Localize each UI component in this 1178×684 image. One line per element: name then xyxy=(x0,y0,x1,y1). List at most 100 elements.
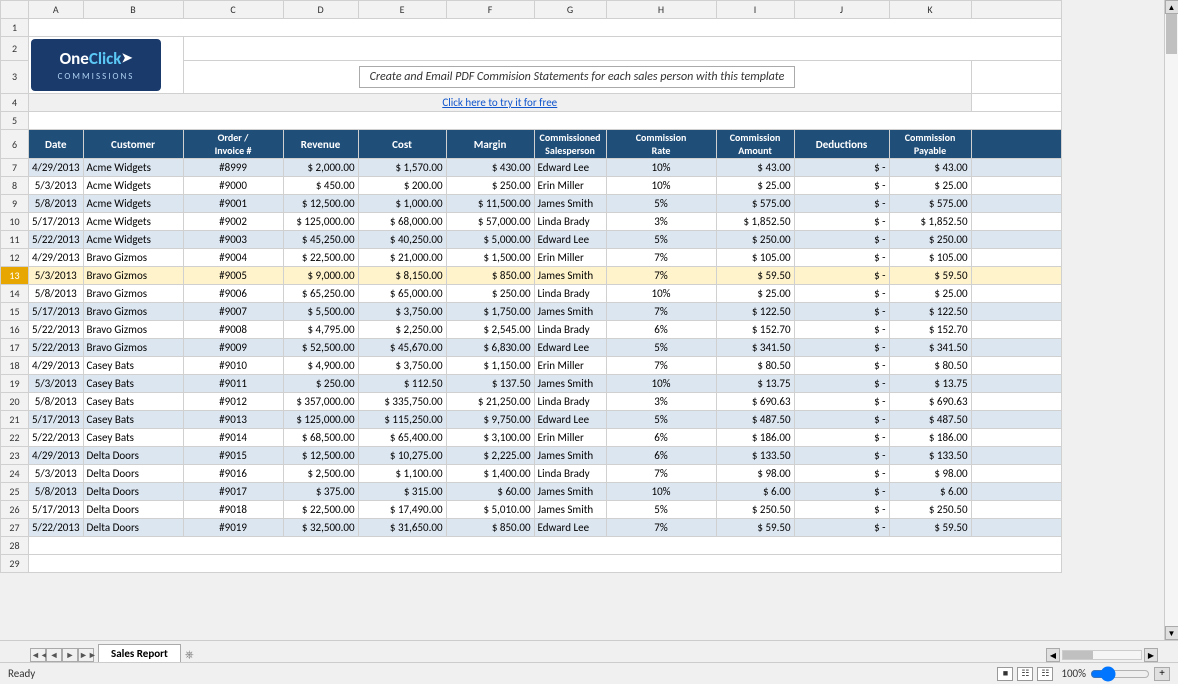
cell-deduct-24[interactable]: $ - xyxy=(794,465,889,483)
cell-salesperson-8[interactable]: Erin Miller xyxy=(534,177,606,195)
cell-invoice-7[interactable]: #8999 xyxy=(183,159,283,177)
tab-next-btn[interactable]: ► xyxy=(62,648,78,662)
cell-commamt-20[interactable]: $ 690.63 xyxy=(716,393,794,411)
cell-revenue-15[interactable]: $ 5,500.00 xyxy=(283,303,358,321)
cell-payable-20[interactable]: $ 690.63 xyxy=(889,393,971,411)
cell-deduct-12[interactable]: $ - xyxy=(794,249,889,267)
normal-view-icon[interactable]: ■ xyxy=(997,667,1013,681)
link-cell[interactable]: Click here to try it for free xyxy=(29,94,972,112)
cell-salesperson-26[interactable]: James Smith xyxy=(534,501,606,519)
cell-margin-16[interactable]: $ 2,545.00 xyxy=(446,321,534,339)
cell-invoice-9[interactable]: #9001 xyxy=(183,195,283,213)
cell-customer-11[interactable]: Acme Widgets xyxy=(83,231,183,249)
cell-invoice-23[interactable]: #9015 xyxy=(183,447,283,465)
cell-payable-16[interactable]: $ 152.70 xyxy=(889,321,971,339)
cell-payable-17[interactable]: $ 341.50 xyxy=(889,339,971,357)
col-extra[interactable] xyxy=(971,1,1061,19)
cell-commamt-22[interactable]: $ 186.00 xyxy=(716,429,794,447)
cell-salesperson-15[interactable]: James Smith xyxy=(534,303,606,321)
cell-invoice-10[interactable]: #9002 xyxy=(183,213,283,231)
cell-margin-24[interactable]: $ 1,400.00 xyxy=(446,465,534,483)
cell-payable-23[interactable]: $ 133.50 xyxy=(889,447,971,465)
zoom-in-btn[interactable]: + xyxy=(1154,667,1170,681)
cell-rate-12[interactable]: 7% xyxy=(606,249,716,267)
cell-commamt-9[interactable]: $ 575.00 xyxy=(716,195,794,213)
cell-commamt-13[interactable]: $ 59.50 xyxy=(716,267,794,285)
cell-cost-8[interactable]: $ 200.00 xyxy=(358,177,446,195)
cell-margin-25[interactable]: $ 60.00 xyxy=(446,483,534,501)
cell-rate-27[interactable]: 7% xyxy=(606,519,716,537)
cell-customer-13[interactable]: Bravo Gizmos xyxy=(83,267,183,285)
cell-customer-9[interactable]: Acme Widgets xyxy=(83,195,183,213)
cell-margin-8[interactable]: $ 250.00 xyxy=(446,177,534,195)
cell-customer-8[interactable]: Acme Widgets xyxy=(83,177,183,195)
cell-payable-10[interactable]: $ 1,852.50 xyxy=(889,213,971,231)
cell-salesperson-21[interactable]: Edward Lee xyxy=(534,411,606,429)
tab-prev-btn[interactable]: ◄ xyxy=(46,648,62,662)
cell-deduct-14[interactable]: $ - xyxy=(794,285,889,303)
cell-deduct-11[interactable]: $ - xyxy=(794,231,889,249)
cell-revenue-16[interactable]: $ 4,795.00 xyxy=(283,321,358,339)
cell-payable-14[interactable]: $ 25.00 xyxy=(889,285,971,303)
cell-salesperson-22[interactable]: Erin Miller xyxy=(534,429,606,447)
cell-date-21[interactable]: 5/17/2013 xyxy=(29,411,84,429)
cell-invoice-13[interactable]: #9005 xyxy=(183,267,283,285)
cell-payable-21[interactable]: $ 487.50 xyxy=(889,411,971,429)
cell-margin-13[interactable]: $ 850.00 xyxy=(446,267,534,285)
cell-revenue-10[interactable]: $ 125,000.00 xyxy=(283,213,358,231)
cell-date-15[interactable]: 5/17/2013 xyxy=(29,303,84,321)
cell-date-23[interactable]: 4/29/2013 xyxy=(29,447,84,465)
cell-deduct-18[interactable]: $ - xyxy=(794,357,889,375)
cell-cost-7[interactable]: $ 1,570.00 xyxy=(358,159,446,177)
cell-invoice-18[interactable]: #9010 xyxy=(183,357,283,375)
cell-cost-19[interactable]: $ 112.50 xyxy=(358,375,446,393)
cell-salesperson-23[interactable]: James Smith xyxy=(534,447,606,465)
scroll-up-btn[interactable]: ▲ xyxy=(1165,0,1178,14)
cell-customer-23[interactable]: Delta Doors xyxy=(83,447,183,465)
cell-salesperson-19[interactable]: James Smith xyxy=(534,375,606,393)
cell-margin-15[interactable]: $ 1,750.00 xyxy=(446,303,534,321)
cell-salesperson-20[interactable]: Linda Brady xyxy=(534,393,606,411)
cell-invoice-20[interactable]: #9012 xyxy=(183,393,283,411)
cell-margin-10[interactable]: $ 57,000.00 xyxy=(446,213,534,231)
cell-cost-25[interactable]: $ 315.00 xyxy=(358,483,446,501)
cell-revenue-19[interactable]: $ 250.00 xyxy=(283,375,358,393)
cell-date-18[interactable]: 4/29/2013 xyxy=(29,357,84,375)
cell-cost-26[interactable]: $ 17,490.00 xyxy=(358,501,446,519)
col-K[interactable]: K xyxy=(889,1,971,19)
cell-margin-18[interactable]: $ 1,150.00 xyxy=(446,357,534,375)
cell-date-25[interactable]: 5/8/2013 xyxy=(29,483,84,501)
cell-revenue-8[interactable]: $ 450.00 xyxy=(283,177,358,195)
cell-date-9[interactable]: 5/8/2013 xyxy=(29,195,84,213)
cell-deduct-10[interactable]: $ - xyxy=(794,213,889,231)
cell-revenue-26[interactable]: $ 22,500.00 xyxy=(283,501,358,519)
cell-salesperson-14[interactable]: Linda Brady xyxy=(534,285,606,303)
tab-first-btn[interactable]: ◄◄ xyxy=(30,648,46,662)
cell-invoice-25[interactable]: #9017 xyxy=(183,483,283,501)
cell-invoice-16[interactable]: #9008 xyxy=(183,321,283,339)
cell-rate-13[interactable]: 7% xyxy=(606,267,716,285)
cell-deduct-7[interactable]: $ - xyxy=(794,159,889,177)
cell-cost-17[interactable]: $ 45,670.00 xyxy=(358,339,446,357)
cell-salesperson-11[interactable]: Edward Lee xyxy=(534,231,606,249)
cell-date-11[interactable]: 5/22/2013 xyxy=(29,231,84,249)
cell-salesperson-10[interactable]: Linda Brady xyxy=(534,213,606,231)
cell-deduct-19[interactable]: $ - xyxy=(794,375,889,393)
cell-commamt-15[interactable]: $ 122.50 xyxy=(716,303,794,321)
cell-deduct-8[interactable]: $ - xyxy=(794,177,889,195)
cell-margin-7[interactable]: $ 430.00 xyxy=(446,159,534,177)
cell-salesperson-9[interactable]: James Smith xyxy=(534,195,606,213)
cell-salesperson-18[interactable]: Erin Miller xyxy=(534,357,606,375)
cell-deduct-9[interactable]: $ - xyxy=(794,195,889,213)
cell-invoice-12[interactable]: #9004 xyxy=(183,249,283,267)
h-scroll-track[interactable] xyxy=(1062,650,1142,660)
col-G[interactable]: G xyxy=(534,1,606,19)
cell-salesperson-7[interactable]: Edward Lee xyxy=(534,159,606,177)
cell-customer-15[interactable]: Bravo Gizmos xyxy=(83,303,183,321)
scroll-track[interactable] xyxy=(1165,14,1178,626)
cell-date-17[interactable]: 5/22/2013 xyxy=(29,339,84,357)
cell-revenue-13[interactable]: $ 9,000.00 xyxy=(283,267,358,285)
cell-customer-18[interactable]: Casey Bats xyxy=(83,357,183,375)
cell-commamt-8[interactable]: $ 25.00 xyxy=(716,177,794,195)
cell-commamt-16[interactable]: $ 152.70 xyxy=(716,321,794,339)
